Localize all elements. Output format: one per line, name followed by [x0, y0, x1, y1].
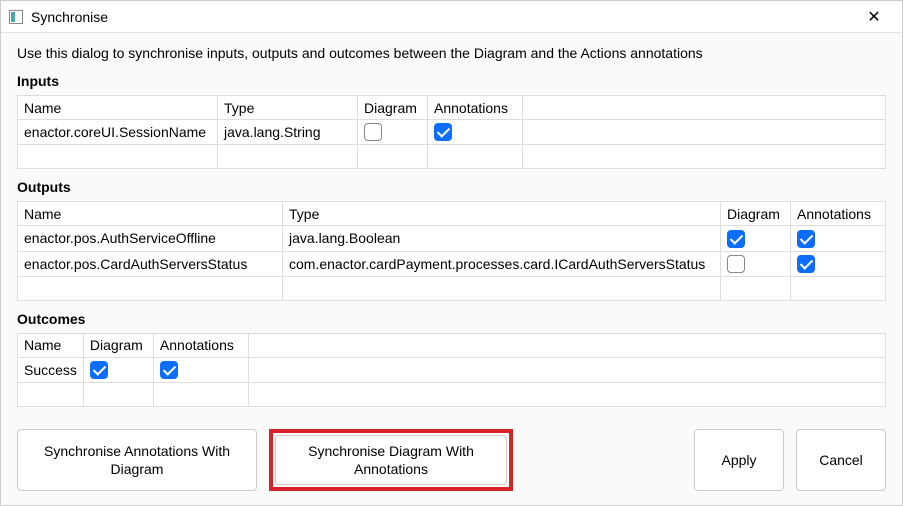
col-name: Name [18, 202, 283, 226]
annotations-checkbox[interactable] [160, 361, 178, 379]
cell-diagram [358, 120, 428, 145]
outcomes-label: Outcomes [17, 311, 886, 327]
table-row-empty [18, 276, 886, 300]
table-row: enactor.pos.AuthServiceOffline java.lang… [18, 226, 886, 251]
outputs-label: Outputs [17, 179, 886, 195]
dialog-description: Use this dialog to synchronise inputs, o… [17, 45, 886, 61]
cell-name: enactor.pos.CardAuthServersStatus [18, 251, 283, 276]
outcomes-table: Name Diagram Annotations Success [17, 333, 886, 407]
col-diagram: Diagram [358, 96, 428, 120]
cell-type: java.lang.String [218, 120, 358, 145]
col-annotations: Annotations [791, 202, 886, 226]
cell-diagram [721, 251, 791, 276]
table-header-row: Name Type Diagram Annotations [18, 96, 886, 120]
inputs-label: Inputs [17, 73, 886, 89]
cell-type: java.lang.Boolean [283, 226, 721, 251]
annotations-checkbox[interactable] [797, 255, 815, 273]
table-row-empty [18, 145, 886, 169]
apply-button[interactable]: Apply [694, 429, 784, 491]
diagram-checkbox[interactable] [90, 361, 108, 379]
cell-annotations [153, 357, 248, 382]
dialog-content: Use this dialog to synchronise inputs, o… [1, 33, 902, 421]
diagram-checkbox[interactable] [727, 230, 745, 248]
cell-name: enactor.pos.AuthServiceOffline [18, 226, 283, 251]
col-name: Name [18, 333, 84, 357]
cancel-button[interactable]: Cancel [796, 429, 886, 491]
sync-diagram-button[interactable]: Synchronise Diagram With Annotations [275, 435, 507, 485]
cell-name: Success [18, 357, 84, 382]
table-row: enactor.pos.CardAuthServersStatus com.en… [18, 251, 886, 276]
cell-annotations [428, 120, 523, 145]
table-row-empty [18, 383, 886, 407]
col-diagram: Diagram [83, 333, 153, 357]
col-spacer [248, 333, 885, 357]
sync-annotations-button[interactable]: Synchronise Annotations With Diagram [17, 429, 257, 491]
annotations-checkbox[interactable] [434, 123, 452, 141]
cell-name: enactor.coreUI.SessionName [18, 120, 218, 145]
app-icon [9, 10, 23, 24]
window-title: Synchronise [31, 9, 854, 25]
cell-spacer [248, 357, 885, 382]
table-row: Success [18, 357, 886, 382]
inputs-table: Name Type Diagram Annotations enactor.co… [17, 95, 886, 169]
cell-type: com.enactor.cardPayment.processes.card.I… [283, 251, 721, 276]
close-button[interactable]: ✕ [854, 7, 894, 27]
table-header-row: Name Diagram Annotations [18, 333, 886, 357]
cell-annotations [791, 251, 886, 276]
col-spacer [523, 96, 886, 120]
table-header-row: Name Type Diagram Annotations [18, 202, 886, 226]
spacer [525, 429, 682, 491]
highlight-box: Synchronise Diagram With Annotations [269, 429, 513, 491]
cell-spacer [523, 120, 886, 145]
cell-diagram [721, 226, 791, 251]
diagram-checkbox[interactable] [364, 123, 382, 141]
col-annotations: Annotations [153, 333, 248, 357]
diagram-checkbox[interactable] [727, 255, 745, 273]
synchronise-dialog: Synchronise ✕ Use this dialog to synchro… [0, 0, 903, 506]
button-row: Synchronise Annotations With Diagram Syn… [1, 421, 902, 505]
table-row: enactor.coreUI.SessionName java.lang.Str… [18, 120, 886, 145]
col-annotations: Annotations [428, 96, 523, 120]
annotations-checkbox[interactable] [797, 230, 815, 248]
outputs-table: Name Type Diagram Annotations enactor.po… [17, 201, 886, 301]
cell-annotations [791, 226, 886, 251]
col-type: Type [283, 202, 721, 226]
col-type: Type [218, 96, 358, 120]
col-name: Name [18, 96, 218, 120]
col-diagram: Diagram [721, 202, 791, 226]
titlebar: Synchronise ✕ [1, 1, 902, 33]
cell-diagram [83, 357, 153, 382]
